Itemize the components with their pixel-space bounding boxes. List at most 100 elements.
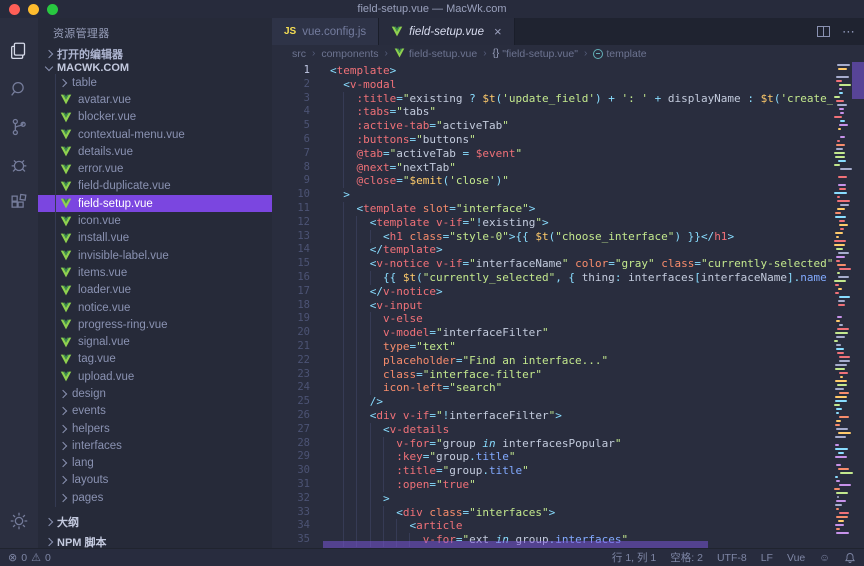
source-control-icon[interactable] (0, 108, 38, 146)
code-line-content[interactable]: <template v-if="!existing"> (330, 216, 864, 230)
npm-scripts-section[interactable]: NPM 脚本 (38, 532, 272, 548)
problems-errors[interactable]: ⊗ 0 (8, 551, 27, 564)
code-line-content[interactable]: <v-details (330, 423, 864, 437)
tree-item-upload.vue[interactable]: upload.vue (38, 368, 272, 385)
code-line-content[interactable]: type="text" (330, 340, 864, 354)
indentation-setting[interactable]: 空格: 2 (670, 550, 703, 565)
language-mode[interactable]: Vue (787, 552, 805, 564)
code-line-content[interactable]: <v-modal (330, 78, 864, 92)
code-line-content[interactable]: <div class="interfaces"> (330, 506, 864, 520)
minimap-line (837, 200, 850, 202)
code-line-content[interactable]: > (330, 492, 864, 506)
code-line-content[interactable]: v-else (330, 312, 864, 326)
code-line-content[interactable]: <template slot="interface"> (330, 202, 864, 216)
tree-item-error.vue[interactable]: error.vue (38, 160, 272, 177)
cursor-position[interactable]: 行 1, 列 1 (612, 550, 656, 565)
workspace-root-section[interactable]: MACWK.COM (38, 62, 272, 74)
tree-item-field-setup.vue[interactable]: field-setup.vue (38, 195, 272, 212)
code-line-content[interactable]: v-model="interfaceFilter" (330, 326, 864, 340)
tree-item-signal.vue[interactable]: signal.vue (38, 333, 272, 350)
explorer-icon[interactable] (0, 32, 38, 70)
minimap-line (836, 464, 841, 466)
tree-item-layouts[interactable]: layouts (38, 472, 272, 489)
horizontal-scrollbar-thumb[interactable] (323, 541, 708, 548)
code-line-content[interactable]: class="interface-filter" (330, 368, 864, 382)
tree-item-icon.vue[interactable]: icon.vue (38, 212, 272, 229)
code-line-content[interactable]: @tab="activeTab = $event" (330, 147, 864, 161)
tree-item-loader.vue[interactable]: loader.vue (38, 282, 272, 299)
code-line-content[interactable]: icon-left="search" (330, 381, 864, 395)
minimap-line (839, 356, 851, 358)
tree-item-invisible-label.vue[interactable]: invisible-label.vue (38, 247, 272, 264)
notifications-bell-icon[interactable] (844, 552, 856, 564)
breadcrumb-item-namespace[interactable]: {} "field-setup.vue" (493, 48, 578, 60)
code-line-content[interactable]: @close="$emit('close')" (330, 174, 864, 188)
code-line-content[interactable]: :buttons="buttons" (330, 133, 864, 147)
outline-section[interactable]: 大纲 (38, 512, 272, 532)
line-number: 2 (272, 78, 330, 92)
tree-item-interfaces[interactable]: interfaces (38, 437, 272, 454)
code-line-content[interactable]: > (330, 188, 864, 202)
code-line-content[interactable]: <v-notice v-if="interfaceName" color="gr… (330, 257, 864, 271)
vertical-scrollbar-thumb[interactable] (852, 62, 864, 99)
breadcrumb-item-src[interactable]: src (292, 48, 306, 60)
tree-item-table[interactable]: table (38, 74, 272, 91)
tree-item-install.vue[interactable]: install.vue (38, 230, 272, 247)
code-line-content[interactable]: :key="group.title" (330, 450, 864, 464)
tree-item-notice.vue[interactable]: notice.vue (38, 299, 272, 316)
code-line-content[interactable]: placeholder="Find an interface..." (330, 354, 864, 368)
code-line-content[interactable]: </v-notice> (330, 285, 864, 299)
tree-item-blocker.vue[interactable]: blocker.vue (38, 109, 272, 126)
code-line-content[interactable]: :open="true" (330, 478, 864, 492)
code-line-content[interactable]: <div v-if="!interfaceFilter"> (330, 409, 864, 423)
tab-vue-config-js[interactable]: JS vue.config.js (272, 18, 379, 45)
indent-guide (356, 271, 357, 285)
code-line-content[interactable]: <article (330, 519, 864, 533)
chevron-right-icon (59, 442, 67, 450)
close-tab-icon[interactable]: × (494, 25, 502, 38)
eol-setting[interactable]: LF (761, 552, 773, 564)
extensions-icon[interactable] (0, 184, 38, 222)
breadcrumb-item-file[interactable]: field-setup.vue (394, 48, 477, 60)
code-editor[interactable]: 1<template>2 <v-modal3 :title="existing … (272, 62, 864, 548)
debug-icon[interactable] (0, 146, 38, 184)
tree-item-design[interactable]: design (38, 385, 272, 402)
indent-guide (356, 340, 357, 354)
tree-item-events[interactable]: events (38, 403, 272, 420)
more-actions-icon[interactable]: ⋯ (842, 24, 856, 40)
tree-item-details.vue[interactable]: details.vue (38, 143, 272, 160)
tree-item-avatar.vue[interactable]: avatar.vue (38, 91, 272, 108)
code-line-content[interactable]: :tabs="tabs" (330, 105, 864, 119)
breadcrumb-item-template[interactable]: template (593, 48, 646, 60)
encoding-setting[interactable]: UTF-8 (717, 552, 747, 564)
breadcrumb-item-components[interactable]: components (321, 48, 378, 60)
open-editors-section[interactable]: 打开的编辑器 (38, 46, 272, 62)
tab-field-setup-vue[interactable]: field-setup.vue × (379, 18, 514, 45)
tree-item-pages[interactable]: pages (38, 489, 272, 506)
code-line-content[interactable]: :title="group.title" (330, 464, 864, 478)
code-line-content[interactable]: <h1 class="style-0">{{ $t("choose_interf… (330, 230, 864, 244)
code-line-content[interactable]: </template> (330, 243, 864, 257)
tree-item-tag.vue[interactable]: tag.vue (38, 351, 272, 368)
code-line-content[interactable]: /> (330, 395, 864, 409)
code-line-content[interactable]: <template> (330, 64, 864, 78)
indent-guide (370, 312, 371, 326)
tree-item-items.vue[interactable]: items.vue (38, 264, 272, 281)
code-line-content[interactable]: v-for="group in interfacesPopular" (330, 437, 864, 451)
tree-item-helpers[interactable]: helpers (38, 420, 272, 437)
tree-item-progress-ring.vue[interactable]: progress-ring.vue (38, 316, 272, 333)
code-line-content[interactable]: {{ $t("currently_selected", { thing: int… (330, 271, 864, 285)
tree-item-lang[interactable]: lang (38, 455, 272, 472)
code-line-content[interactable]: @next="nextTab" (330, 161, 864, 175)
search-icon[interactable] (0, 70, 38, 108)
code-line-content[interactable]: :title="existing ? $t('update_field') + … (330, 92, 864, 106)
split-editor-icon[interactable] (817, 26, 830, 37)
minimap[interactable] (833, 62, 864, 548)
code-line-content[interactable]: <v-input (330, 299, 864, 313)
feedback-smiley-icon[interactable]: ☺ (819, 552, 830, 564)
tree-item-contextual-menu.vue[interactable]: contextual-menu.vue (38, 126, 272, 143)
code-line-content[interactable]: :active-tab="activeTab" (330, 119, 864, 133)
tree-item-field-duplicate.vue[interactable]: field-duplicate.vue (38, 178, 272, 195)
problems-warnings[interactable]: ⚠ 0 (31, 551, 51, 564)
settings-gear-icon[interactable] (0, 502, 38, 540)
